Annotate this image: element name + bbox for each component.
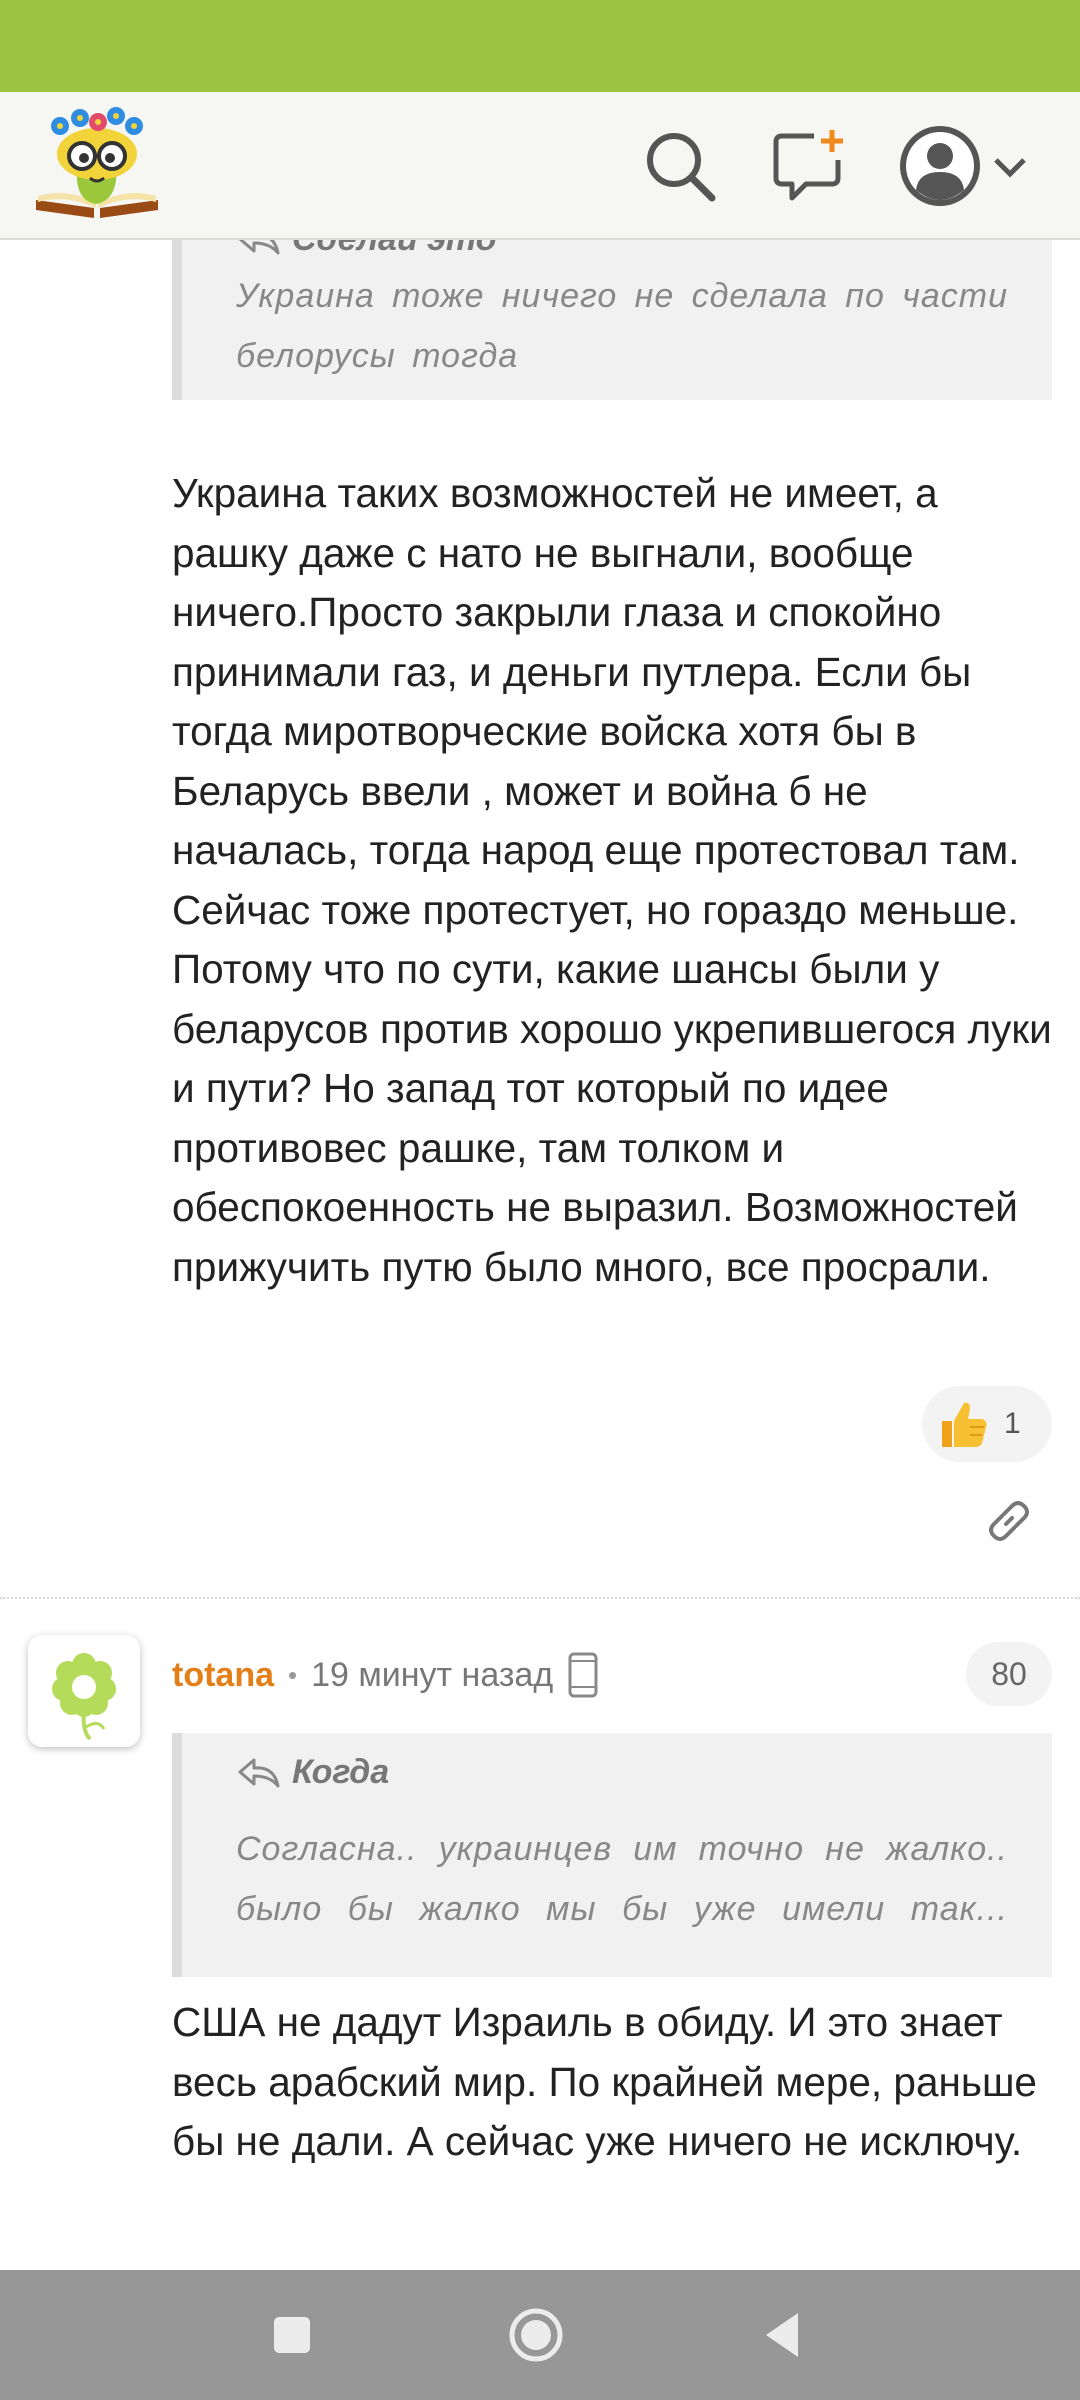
- comments-feed[interactable]: Сделай это Украина тоже ничего не сделал…: [0, 240, 1080, 2270]
- username-link[interactable]: totana: [172, 1656, 274, 1695]
- quote-author-name: Сделай это: [292, 240, 496, 259]
- mobile-phone-icon: [568, 1652, 598, 1698]
- chevron-down-icon: [994, 158, 1026, 178]
- meta-separator: •: [288, 1659, 298, 1690]
- reply-arrow-icon: [238, 1758, 280, 1787]
- site-logo[interactable]: [32, 104, 162, 222]
- app-header: [0, 92, 1080, 240]
- system-navigation-bar: [0, 2270, 1080, 2400]
- flower-avatar-icon: [52, 1653, 116, 1741]
- nav-back-icon[interactable]: [756, 2307, 812, 2363]
- reply-arrow-icon: [239, 240, 280, 254]
- comment-meta: totana • 19 минут назад: [172, 1650, 599, 1700]
- quote-line: Согласна.. украинцев им точно не жалко..: [236, 1830, 1008, 1868]
- quote-line: было бы жалко мы бы уже имели так...: [236, 1890, 1008, 1928]
- thumbs-up-icon: [942, 1402, 987, 1447]
- new-message-icon[interactable]: [770, 126, 850, 206]
- quote-text: Согласна.. украинцев им точно не жалко..…: [236, 1819, 1008, 1939]
- quote-line: Украина тоже ничего не сделала по части: [236, 277, 1008, 315]
- comment-time: 19 минут назад: [311, 1655, 554, 1694]
- quote-line: белорусы тогда: [236, 337, 519, 375]
- quote-author: Сделай это: [236, 240, 496, 259]
- search-icon[interactable]: [640, 126, 720, 206]
- user-avatar[interactable]: [28, 1635, 140, 1747]
- like-count: 1: [1004, 1407, 1021, 1440]
- like-button[interactable]: 1: [922, 1386, 1052, 1462]
- quote-block: Когда Согласна.. украинцев им точно не ж…: [172, 1733, 1052, 1977]
- quote-author: Когда: [236, 1753, 389, 1792]
- comment-text: Украина таких возможностей не имеет, а р…: [172, 470, 1052, 1290]
- nav-home-icon[interactable]: [508, 2307, 564, 2363]
- comment-text: США не дадут Израиль в обиду. И это знае…: [172, 1999, 1037, 2164]
- comment-divider: [0, 1597, 1080, 1599]
- quote-block: Сделай это Украина тоже ничего не сделал…: [172, 240, 1052, 400]
- link-icon[interactable]: [984, 1496, 1034, 1546]
- user-menu-button[interactable]: [898, 120, 1028, 214]
- quote-text: Украина тоже ничего не сделала по части …: [236, 266, 1008, 386]
- nav-recent-apps-icon[interactable]: [264, 2307, 320, 2363]
- quote-author-name: Когда: [292, 1753, 390, 1791]
- user-avatar-icon: [900, 126, 980, 206]
- rating-badge: 80: [966, 1642, 1052, 1706]
- status-bar: [0, 0, 1080, 92]
